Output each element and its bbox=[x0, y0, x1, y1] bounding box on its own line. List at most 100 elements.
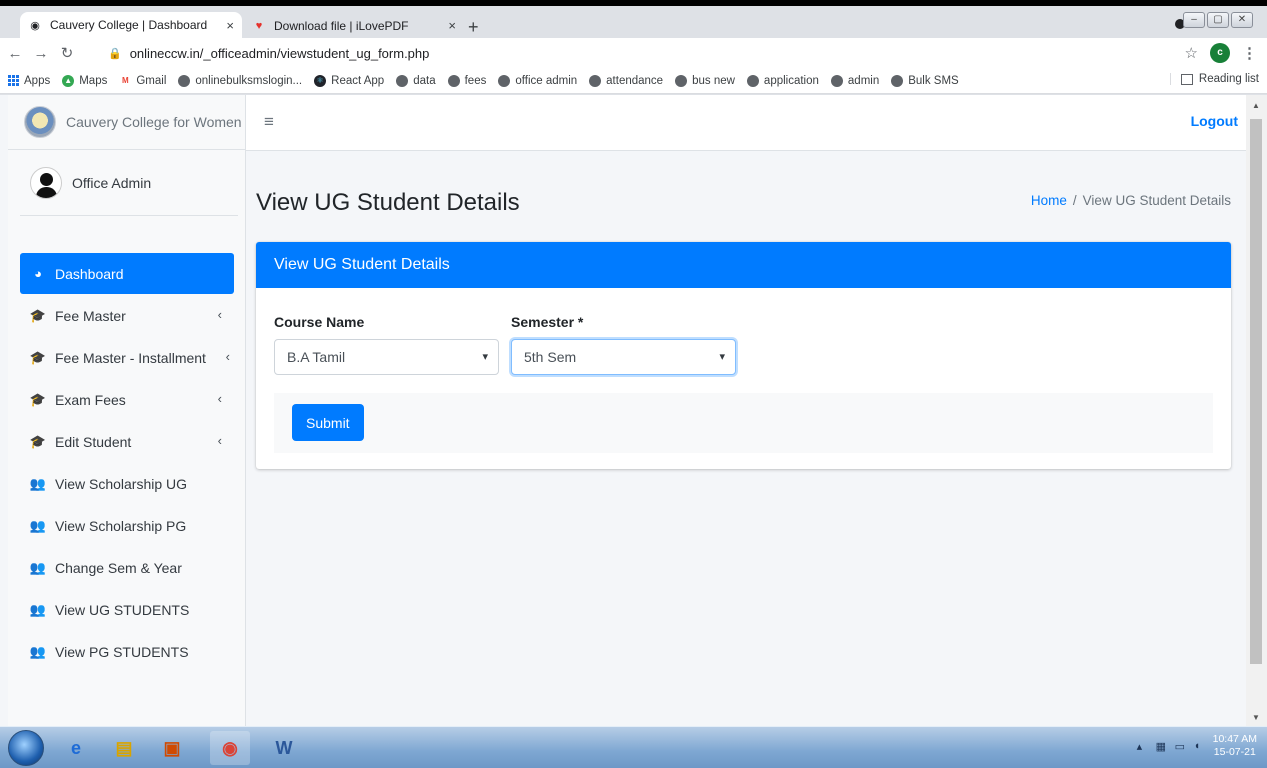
course-label: Course Name bbox=[274, 314, 365, 330]
sidebar-item-exam-fees[interactable]: 🎓 Exam Fees ‹ bbox=[20, 379, 234, 420]
new-tab-button[interactable]: + bbox=[468, 17, 479, 38]
clock-date: 15-07-21 bbox=[1213, 746, 1256, 758]
hamburger-menu-icon[interactable]: ≡ bbox=[264, 112, 274, 132]
tab-strip: ◉ Cauvery College | Dashboard × ♥ Downlo… bbox=[0, 0, 1267, 38]
file-explorer-icon[interactable]: ▤ bbox=[104, 731, 144, 765]
sidebar-item-view-scholarship-pg[interactable]: 👥 View Scholarship PG bbox=[20, 505, 234, 546]
card-title: View UG Student Details bbox=[256, 242, 1231, 288]
scroll-up-icon[interactable]: ▲ bbox=[1252, 101, 1260, 110]
submit-button[interactable]: Submit bbox=[292, 404, 364, 441]
course-select[interactable]: B.A Tamil ▾ bbox=[274, 339, 499, 375]
chrome-icon[interactable]: ◉ bbox=[210, 731, 250, 765]
user-plus-icon: 👥 bbox=[29, 517, 47, 533]
bookmark-gmail[interactable]: M Gmail bbox=[119, 74, 166, 87]
brand-link[interactable]: Cauvery College for Women bbox=[8, 95, 246, 150]
user-panel[interactable]: Office Admin bbox=[20, 150, 238, 216]
close-tab-icon[interactable]: × bbox=[226, 18, 234, 33]
profile-avatar[interactable]: c bbox=[1210, 43, 1230, 63]
bookmark-item[interactable]: bus new bbox=[675, 74, 735, 87]
bookmark-item[interactable]: ⚛ React App bbox=[314, 74, 384, 87]
windows-taskbar: e ▤ ▣ ◉ W ▴ ▦ ▭ ◖ 10:47 AM 15-07-21 bbox=[0, 726, 1267, 768]
sidebar-item-change-sem-year[interactable]: 👥 Change Sem & Year bbox=[20, 547, 234, 588]
sidebar-item-view-pg-students[interactable]: 👥 View PG STUDENTS bbox=[20, 631, 234, 672]
reload-icon[interactable]: ↻ bbox=[56, 44, 78, 62]
sidebar-item-view-scholarship-ug[interactable]: 👥 View Scholarship UG bbox=[20, 463, 234, 504]
sidebar-item-dashboard[interactable]: ◕ Dashboard bbox=[20, 253, 234, 294]
globe-icon bbox=[891, 74, 904, 87]
user-name: Office Admin bbox=[72, 174, 152, 191]
sidebar: Cauvery College for Women Office Admin ◕… bbox=[8, 95, 246, 726]
tab-dashboard[interactable]: ◉ Cauvery College | Dashboard × bbox=[20, 12, 242, 38]
globe-icon bbox=[746, 74, 759, 87]
maximize-button[interactable]: ▢ bbox=[1207, 12, 1229, 28]
semester-select[interactable]: 5th Sem ▾ bbox=[511, 339, 736, 375]
sidebar-item-fee-master-installment[interactable]: 🎓 Fee Master - Installment ‹ bbox=[20, 337, 234, 378]
sidebar-item-view-ug-students[interactable]: 👥 View UG STUDENTS bbox=[20, 589, 234, 630]
left-gutter bbox=[0, 95, 8, 726]
user-plus-icon: 👥 bbox=[29, 559, 47, 575]
bookmark-maps[interactable]: ▲ Maps bbox=[62, 74, 107, 87]
bookmark-apps[interactable]: Apps bbox=[8, 75, 50, 87]
tab-ilovepdf[interactable]: ♥ Download file | iLovePDF × bbox=[244, 13, 464, 38]
semester-value: 5th Sem bbox=[524, 349, 577, 365]
tray-expand-icon[interactable]: ▴ bbox=[1137, 740, 1149, 753]
college-logo bbox=[24, 106, 56, 138]
chevron-left-icon: ‹ bbox=[217, 307, 222, 322]
graduation-cap-icon: 🎓 bbox=[29, 391, 47, 407]
media-player-icon[interactable]: ▣ bbox=[152, 731, 192, 765]
breadcrumb-home[interactable]: Home bbox=[1031, 193, 1067, 208]
chevron-down-icon: ▾ bbox=[719, 351, 725, 363]
volume-muted-icon[interactable]: ◖ bbox=[1194, 740, 1206, 752]
page-scrollbar[interactable]: ▲ ▼ bbox=[1246, 95, 1267, 726]
bookmark-item[interactable]: data bbox=[396, 74, 436, 87]
bookmark-item[interactable]: application bbox=[746, 74, 819, 87]
menu-kebab-icon[interactable]: ⋮ bbox=[1242, 44, 1257, 62]
user-plus-icon: 👥 bbox=[29, 475, 47, 491]
display-icon[interactable]: ▭ bbox=[1175, 740, 1187, 753]
globe-icon: ◉ bbox=[30, 19, 40, 32]
close-tab-icon[interactable]: × bbox=[448, 18, 456, 33]
globe-icon bbox=[675, 74, 688, 87]
graduation-cap-icon: 🎓 bbox=[29, 433, 47, 449]
card-footer: Submit bbox=[274, 393, 1213, 453]
back-icon[interactable]: ← bbox=[4, 45, 26, 62]
semester-field-group: Semester * 5th Sem ▾ bbox=[511, 314, 736, 375]
minimize-button[interactable]: – bbox=[1183, 12, 1205, 28]
logout-link[interactable]: Logout bbox=[1191, 113, 1238, 129]
react-icon: ⚛ bbox=[314, 74, 327, 87]
globe-icon bbox=[447, 74, 460, 87]
bookmark-item[interactable]: office admin bbox=[498, 74, 577, 87]
maps-icon: ▲ bbox=[62, 74, 75, 87]
globe-icon bbox=[589, 74, 602, 87]
breadcrumb-separator: / bbox=[1072, 193, 1077, 208]
bookmark-item[interactable]: fees bbox=[447, 74, 486, 87]
reading-list-button[interactable]: Reading list bbox=[1169, 73, 1259, 85]
bookmark-item[interactable]: admin bbox=[830, 74, 879, 87]
scroll-down-icon[interactable]: ▼ bbox=[1252, 713, 1260, 722]
globe-icon bbox=[178, 74, 191, 87]
clock[interactable]: 10:47 AM 15-07-21 bbox=[1213, 733, 1257, 759]
scrollbar-thumb[interactable] bbox=[1250, 119, 1262, 664]
bookmark-item[interactable]: onlinebulksmslogin... bbox=[178, 74, 302, 87]
semester-label: Semester * bbox=[511, 314, 584, 330]
bookmark-item[interactable]: attendance bbox=[589, 74, 663, 87]
bookmark-item[interactable]: Bulk SMS bbox=[891, 74, 959, 87]
sidebar-item-fee-master[interactable]: 🎓 Fee Master ‹ bbox=[20, 295, 234, 336]
user-avatar-icon bbox=[30, 166, 62, 199]
close-window-button[interactable]: ✕ bbox=[1231, 12, 1253, 28]
sidebar-item-edit-student[interactable]: 🎓 Edit Student ‹ bbox=[20, 421, 234, 462]
bookmark-star-icon[interactable]: ☆ bbox=[1185, 44, 1198, 62]
globe-icon bbox=[396, 74, 409, 87]
lock-icon: 🔒 bbox=[108, 47, 122, 60]
word-icon[interactable]: W bbox=[264, 731, 304, 765]
window-controls: – ▢ ✕ bbox=[1183, 12, 1253, 28]
internet-explorer-icon[interactable]: e bbox=[56, 731, 96, 765]
start-button[interactable] bbox=[8, 730, 44, 766]
course-field-group: Course Name B.A Tamil ▾ bbox=[274, 314, 499, 375]
page-title: View UG Student Details bbox=[256, 189, 520, 216]
forward-icon[interactable]: → bbox=[30, 45, 52, 62]
network-error-icon[interactable]: ▦ bbox=[1156, 740, 1168, 753]
tab-title: Cauvery College | Dashboard bbox=[50, 18, 208, 32]
address-bar[interactable]: 🔒 onlineccw.in/_officeadmin/viewstudent_… bbox=[108, 41, 1208, 65]
user-plus-icon: 👥 bbox=[29, 601, 47, 617]
